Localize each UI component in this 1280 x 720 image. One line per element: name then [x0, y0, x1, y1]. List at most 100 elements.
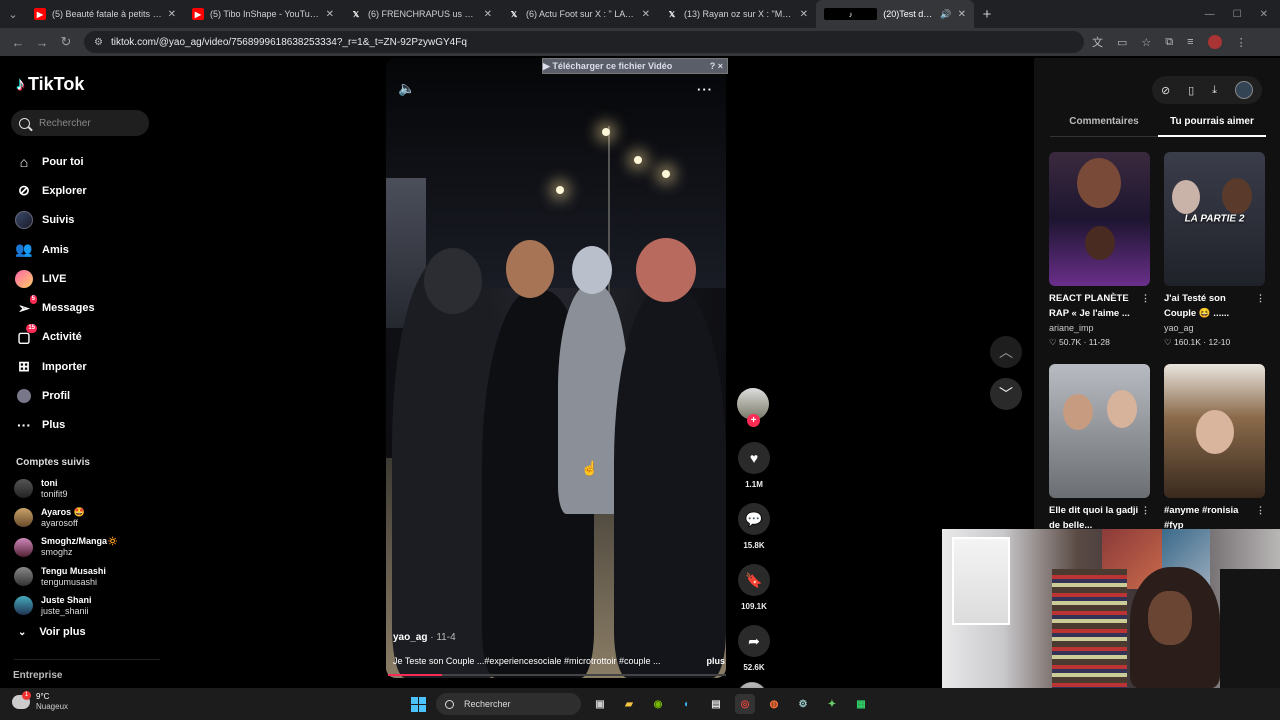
share-button[interactable]: ➦ 52.6K	[737, 625, 771, 672]
nav-item-messages[interactable]: ➢ 5 Messages	[14, 293, 154, 322]
video-thumbnail[interactable]	[1164, 364, 1265, 498]
like-button[interactable]: ♥ 1.1M	[737, 442, 771, 489]
follow-plus-icon[interactable]: +	[747, 414, 760, 427]
bookmark-star-icon[interactable]: ☆	[1141, 36, 1151, 49]
company-link[interactable]: Entreprise	[13, 670, 62, 681]
edge-icon[interactable]: ◐	[677, 694, 697, 714]
xbox-icon[interactable]: ✦	[822, 694, 842, 714]
back-icon[interactable]: ←	[6, 30, 30, 54]
card-user[interactable]: yao_ag	[1164, 323, 1265, 333]
nav-item-amis[interactable]: 👥 Amis	[14, 235, 154, 264]
task-view-icon[interactable]: ▣	[590, 694, 610, 714]
close-icon[interactable]: ✕	[958, 9, 966, 20]
translate-icon[interactable]: 文	[1092, 34, 1103, 50]
recommended-video-card[interactable]: LA PARTIE 2 J'ai Testé son Couple 😆 ....…	[1164, 152, 1265, 348]
nav-item-live[interactable]: LIVE	[14, 264, 154, 293]
nav-item-explorer[interactable]: ⊘ Explorer	[14, 176, 154, 205]
user-avatar[interactable]	[1234, 81, 1253, 99]
video-author[interactable]: yao_ag · 11-4	[393, 632, 456, 643]
card-user[interactable]: ariane_imp	[1049, 323, 1150, 333]
new-tab-button[interactable]: +	[974, 0, 1000, 28]
nvidia-icon[interactable]: ◉	[648, 694, 668, 714]
store-icon[interactable]: ▤	[706, 694, 726, 714]
nav-item-plus[interactable]: ··· Plus	[14, 411, 154, 440]
previous-video-chevron-up-icon[interactable]: ︿	[990, 336, 1022, 368]
browser-tab-active[interactable]: ♪ (20)Test de couple : Expérie 🔊 ✕	[816, 0, 974, 28]
video-thumbnail[interactable]	[1049, 152, 1150, 286]
tab-search-chevron-icon[interactable]: ⌄	[0, 0, 26, 28]
more-options-icon[interactable]: ⋮	[1141, 291, 1150, 306]
app-icon[interactable]: ▦	[851, 694, 871, 714]
browser-tab[interactable]: ▶ (5) Tibo InShape - YouTube ✕	[184, 0, 342, 28]
list-item[interactable]: toni tonifit9	[14, 474, 154, 503]
browser-menu-icon[interactable]: ⋮	[1236, 36, 1247, 49]
close-icon[interactable]: ✕	[642, 9, 650, 20]
tab-recommendations[interactable]: Tu pourrais aimer	[1158, 116, 1266, 137]
browser-tab[interactable]: 𝕏 (6) Actu Foot sur X : " LA PL ✕	[500, 0, 658, 28]
see-more-button[interactable]: ⌄ Voir plus	[18, 626, 86, 638]
reload-icon[interactable]: ↻	[54, 30, 78, 54]
more-options-icon[interactable]: ···	[697, 82, 713, 97]
cast-icon[interactable]: ▭	[1117, 36, 1127, 49]
profile-avatar-icon[interactable]	[1207, 35, 1222, 49]
tab-comments[interactable]: Commentaires	[1050, 116, 1158, 137]
recommended-video-card[interactable]: Elle dit quoi la gadji de belle... ⋮	[1049, 364, 1150, 533]
list-item[interactable]: Juste Shani juste_shanii	[14, 591, 154, 620]
site-info-icon[interactable]: ⚙	[94, 37, 103, 48]
url-field[interactable]: ⚙ tiktok.com/@yao_ag/video/7568999618638…	[84, 31, 1084, 53]
creator-avatar[interactable]: +	[737, 388, 769, 427]
mobile-icon[interactable]: ▯	[1188, 84, 1194, 97]
chrome-icon[interactable]: ◎	[735, 694, 755, 714]
volume-icon[interactable]: 🔈	[398, 80, 415, 97]
extensions-icon[interactable]: ⧉	[1165, 36, 1173, 49]
forward-icon[interactable]: →	[30, 30, 54, 54]
close-icon[interactable]: ✕	[484, 9, 492, 20]
browser-tab[interactable]: ▶ (5) Beauté fatale à petits prix | ✕	[26, 0, 184, 28]
nav-item-activite[interactable]: ▢ 15 Activité	[14, 323, 154, 352]
nav-item-importer[interactable]: ⊞ Importer	[14, 352, 154, 381]
more-options-icon[interactable]: ⋮	[1256, 503, 1265, 518]
browser-tab[interactable]: 𝕏 (13) Rayan oz sur X : "Même à l ✕	[658, 0, 816, 28]
browser-tab[interactable]: 𝕏 (6) FRENCHRAPUS us sur X : " ✕	[342, 0, 500, 28]
video-progress-bar[interactable]	[388, 674, 726, 676]
maximize-icon[interactable]: ☐	[1233, 9, 1242, 20]
nav-item-profil[interactable]: Profil	[14, 381, 154, 410]
weather-widget[interactable]: 1 9°C Nuageux	[12, 691, 68, 712]
list-item[interactable]: Ayaros 🤩 ayarosoff	[14, 503, 154, 532]
taskbar-search-input[interactable]: Rechercher	[436, 693, 581, 715]
file-explorer-icon[interactable]: ▰	[619, 694, 639, 714]
reading-list-icon[interactable]: ≡	[1187, 36, 1193, 48]
more-options-icon[interactable]: ⋮	[1141, 503, 1150, 518]
help-icon[interactable]: ?	[710, 61, 716, 71]
video-player[interactable]	[386, 58, 726, 678]
more-options-icon[interactable]: ⋮	[1256, 291, 1265, 306]
steam-icon[interactable]: ⚙	[793, 694, 813, 714]
compass-icon[interactable]: ⊘	[1161, 84, 1170, 97]
close-icon[interactable]: ×	[718, 61, 723, 71]
nav-item-pour-toi[interactable]: ⌂ Pour toi	[14, 147, 154, 176]
next-video-chevron-down-icon[interactable]: ﹀	[990, 378, 1022, 410]
windows-start-icon[interactable]	[411, 697, 426, 712]
tiktok-logo[interactable]: ♪ TikTok	[16, 74, 84, 95]
video-thumbnail[interactable]: LA PARTIE 2	[1164, 152, 1265, 286]
list-item[interactable]: Tengu Musashi tengumusashi	[14, 562, 154, 591]
minimize-icon[interactable]: —	[1205, 9, 1215, 20]
video-thumbnail[interactable]	[1049, 364, 1150, 498]
download-icon[interactable]: ⤓	[1212, 84, 1217, 97]
close-window-icon[interactable]: ✕	[1260, 9, 1268, 20]
download-video-banner[interactable]: ▶ Télécharger ce fichier Vidéo ? ×	[542, 58, 728, 74]
recommended-video-card[interactable]: REACT PLANÈTE RAP « Je l'aime ... ⋮ arian…	[1049, 152, 1150, 348]
recommended-video-card[interactable]: #anyme #ronisia #fyp ⋮	[1164, 364, 1265, 533]
comment-button[interactable]: 💬 15.8K	[737, 503, 771, 550]
nav-item-suivis[interactable]: Suivis	[14, 206, 154, 235]
close-icon[interactable]: ✕	[326, 9, 334, 20]
close-icon[interactable]: ✕	[168, 9, 176, 20]
list-item[interactable]: Smoghz/Manga🔅 smoghz	[14, 533, 154, 562]
save-button[interactable]: 🔖 109.1K	[737, 564, 771, 611]
speaker-icon[interactable]: 🔊	[940, 9, 951, 20]
author-handle[interactable]: yao_ag	[393, 632, 427, 643]
close-icon[interactable]: ✕	[800, 9, 808, 20]
firefox-icon[interactable]: ◍	[764, 694, 784, 714]
caption-more-button[interactable]: plus	[706, 656, 725, 666]
search-input[interactable]: Rechercher	[11, 110, 149, 136]
